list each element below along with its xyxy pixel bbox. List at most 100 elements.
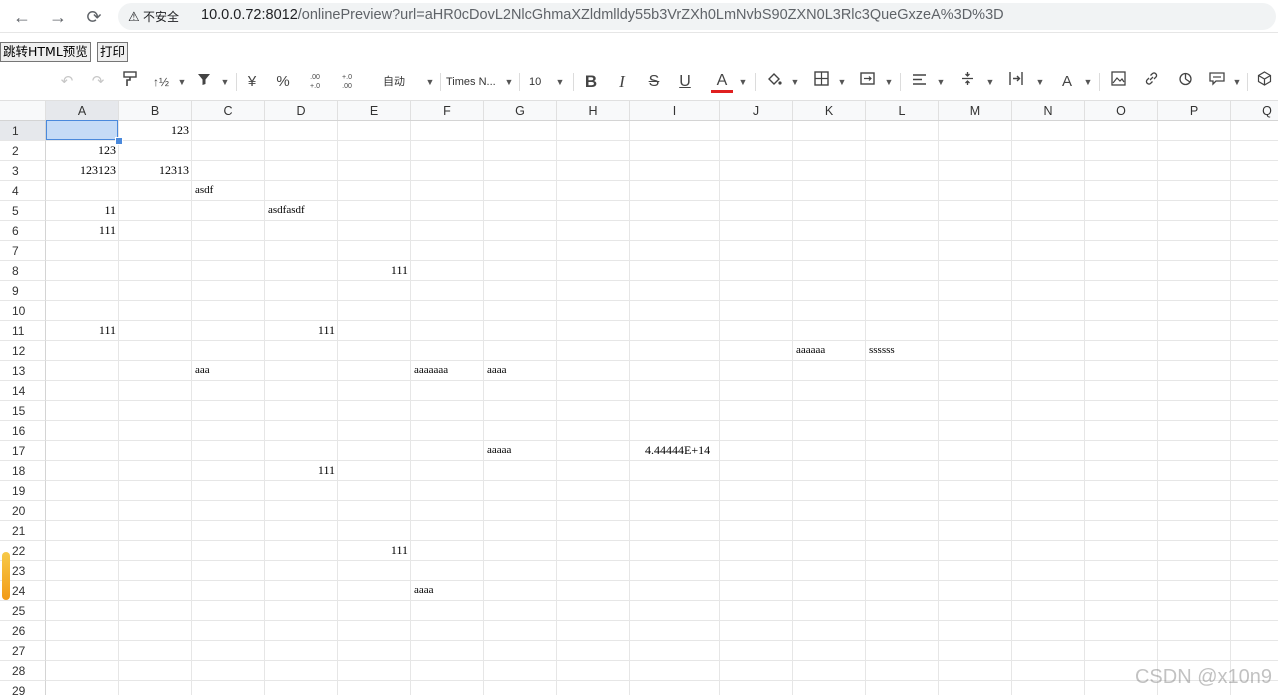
cell-c4[interactable]: asdf (192, 181, 265, 200)
currency-format-button[interactable]: ¥ (243, 71, 261, 93)
column-header-o[interactable]: O (1085, 101, 1158, 120)
row-header-19[interactable]: 19 (0, 481, 46, 501)
row-header-25[interactable]: 25 (0, 601, 46, 621)
row-header-7[interactable]: 7 (0, 241, 46, 261)
vertical-align-caret-icon[interactable]: ▼ (985, 71, 995, 93)
reload-icon[interactable]: ⟳ (83, 6, 105, 28)
row-header-21[interactable]: 21 (0, 521, 46, 541)
row-header-11[interactable]: 11 (0, 321, 46, 341)
cell-e8[interactable]: 111 (338, 261, 411, 280)
underline-button[interactable]: U (675, 71, 695, 93)
column-header-j[interactable]: J (720, 101, 793, 120)
cell-l12[interactable]: ssssss (866, 341, 939, 360)
row-header-14[interactable]: 14 (0, 381, 46, 401)
cell-a6[interactable]: 111 (46, 221, 119, 240)
percent-format-button[interactable]: % (273, 71, 293, 93)
font-family-select[interactable]: Times N... (446, 71, 496, 93)
row-header-18[interactable]: 18 (0, 461, 46, 481)
fill-handle[interactable] (115, 137, 123, 145)
cell-f24[interactable]: aaaa (411, 581, 484, 600)
row-header-17[interactable]: 17 (0, 441, 46, 461)
font-color-button[interactable]: A (711, 71, 733, 93)
cell-b1[interactable]: 123 (119, 121, 192, 140)
cell-d5[interactable]: asdfasdf (265, 201, 338, 220)
insert-chart-icon[interactable] (1175, 71, 1195, 93)
cell-i17[interactable]: 4.44444E+14 (630, 441, 720, 460)
row-header-27[interactable]: 27 (0, 641, 46, 661)
column-header-l[interactable]: L (866, 101, 939, 120)
column-header-d[interactable]: D (265, 101, 338, 120)
font-family-caret-icon[interactable]: ▼ (504, 71, 514, 93)
fill-color-caret-icon[interactable]: ▼ (790, 71, 800, 93)
column-header-k[interactable]: K (793, 101, 866, 120)
merge-caret-icon[interactable]: ▼ (884, 71, 894, 93)
filter-caret-icon[interactable]: ▼ (220, 71, 230, 93)
column-header-b[interactable]: B (119, 101, 192, 120)
cell-d18[interactable]: 111 (265, 461, 338, 480)
redo-icon[interactable]: ↷ (88, 71, 108, 93)
font-size-caret-icon[interactable]: ▼ (555, 71, 565, 93)
column-header-a[interactable]: A (46, 101, 119, 120)
horizontal-align-caret-icon[interactable]: ▼ (936, 71, 946, 93)
font-color-caret-icon[interactable]: ▼ (738, 71, 748, 93)
column-header-p[interactable]: P (1158, 101, 1231, 120)
border-caret-icon[interactable]: ▼ (837, 71, 847, 93)
html-preview-button[interactable]: 跳转HTML预览 (0, 42, 91, 62)
spreadsheet-grid[interactable]: ABCDEFGHIJKLMNOPQ 1 2 3 4 5 6 7 8 9 10 11 12 13 14 15 1… (0, 101, 1278, 695)
row-header-16[interactable]: 16 (0, 421, 46, 441)
insert-image-icon[interactable] (1108, 71, 1128, 93)
row-header-3[interactable]: 3 (0, 161, 46, 181)
sort-caret-icon[interactable]: ▼ (177, 71, 187, 93)
cell-area[interactable]: 12312312312312312313asdf11asdfasdf111111… (46, 121, 1278, 695)
row-header-2[interactable]: 2 (0, 141, 46, 161)
column-header-g[interactable]: G (484, 101, 557, 120)
strikethrough-button[interactable]: S (644, 71, 664, 93)
text-wrap-icon[interactable] (1005, 71, 1027, 93)
number-format-select[interactable]: 自动 (383, 71, 405, 93)
cell-g17[interactable]: aaaaa (484, 441, 557, 460)
insert-comment-icon[interactable] (1207, 71, 1227, 93)
column-header-h[interactable]: H (557, 101, 630, 120)
decrease-decimal-button[interactable]: +.0 .00 (336, 71, 358, 95)
text-rotate-caret-icon[interactable]: ▼ (1083, 71, 1093, 93)
cell-a2[interactable]: 123 (46, 141, 119, 160)
cell-a5[interactable]: 11 (46, 201, 119, 220)
cell-k12[interactable]: aaaaaa (793, 341, 866, 360)
italic-button[interactable]: I (612, 71, 632, 93)
column-header-q[interactable]: Q (1231, 101, 1278, 120)
column-header-c[interactable]: C (192, 101, 265, 120)
font-size-select[interactable]: 10 (529, 71, 541, 93)
selected-cell[interactable] (46, 120, 118, 140)
row-header-12[interactable]: 12 (0, 341, 46, 361)
plugin-cube-icon[interactable] (1254, 71, 1274, 93)
filter-icon[interactable] (194, 71, 214, 93)
row-header-20[interactable]: 20 (0, 501, 46, 521)
cell-a3[interactable]: 123123 (46, 161, 119, 180)
row-header-26[interactable]: 26 (0, 621, 46, 641)
sort-icon[interactable]: ↑½ (150, 71, 172, 93)
text-rotate-button[interactable]: A (1056, 71, 1078, 93)
cell-b3[interactable]: 12313 (119, 161, 192, 180)
address-bar[interactable]: ⚠ 不安全 10.0.0.72:8012/onlinePreview?url=a… (118, 3, 1276, 30)
vertical-align-icon[interactable] (957, 71, 977, 93)
print-button[interactable]: 打印 (97, 42, 129, 62)
scroll-indicator[interactable] (2, 552, 10, 600)
comment-caret-icon[interactable]: ▼ (1232, 71, 1242, 93)
cell-g13[interactable]: aaaa (484, 361, 557, 380)
row-header-5[interactable]: 5 (0, 201, 46, 221)
row-header-9[interactable]: 9 (0, 281, 46, 301)
row-header-15[interactable]: 15 (0, 401, 46, 421)
number-format-caret-icon[interactable]: ▼ (425, 71, 435, 93)
column-header-n[interactable]: N (1012, 101, 1085, 120)
row-header-13[interactable]: 13 (0, 361, 46, 381)
row-header-1[interactable]: 1 (0, 121, 46, 141)
row-header-8[interactable]: 8 (0, 261, 46, 281)
cell-d11[interactable]: 111 (265, 321, 338, 340)
bold-button[interactable]: B (581, 71, 601, 93)
column-header-i[interactable]: I (630, 101, 720, 120)
row-header-6[interactable]: 6 (0, 221, 46, 241)
row-header-4[interactable]: 4 (0, 181, 46, 201)
security-chip[interactable]: ⚠ 不安全 (128, 8, 179, 25)
fill-color-icon[interactable] (764, 71, 784, 93)
border-icon[interactable] (811, 71, 831, 93)
